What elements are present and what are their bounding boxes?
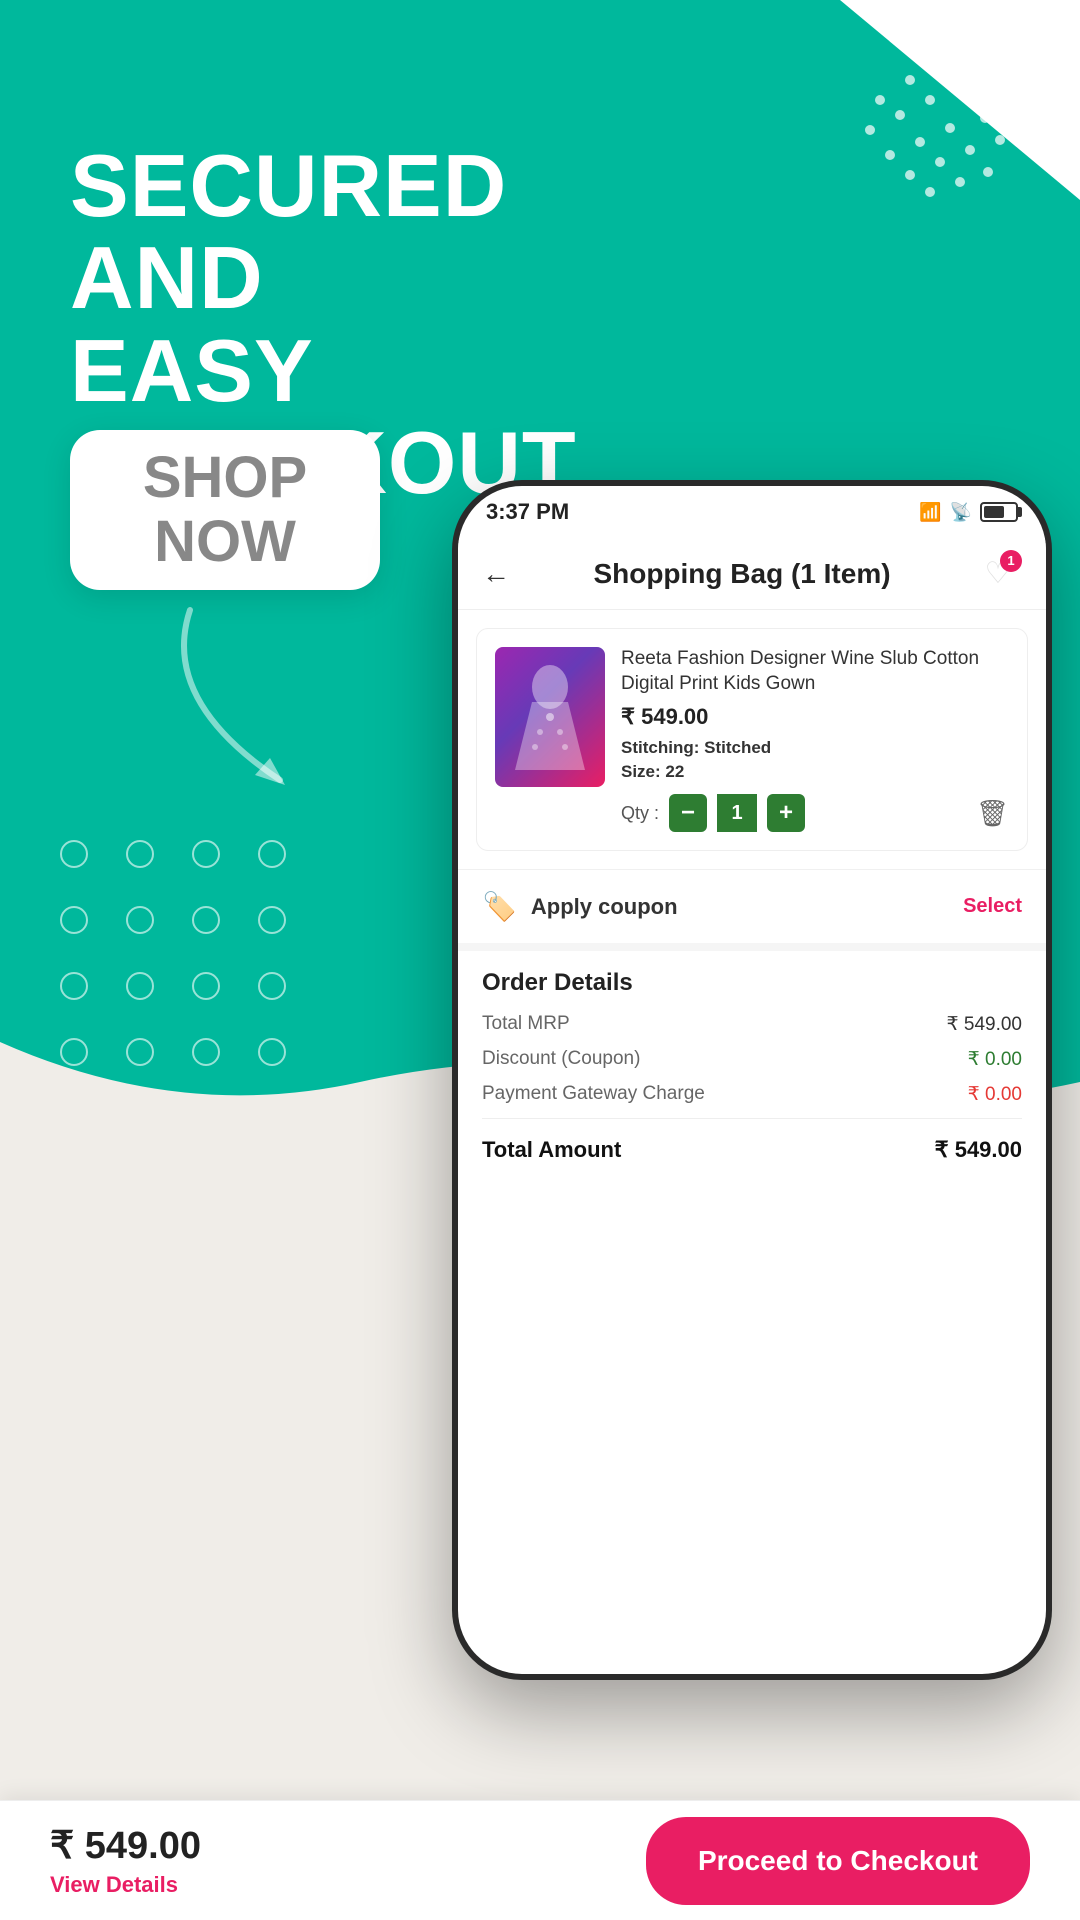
dot xyxy=(192,906,220,934)
discount-value: ₹ 0.00 xyxy=(968,1048,1022,1071)
gateway-label: Payment Gateway Charge xyxy=(482,1083,705,1106)
proceed-to-checkout-button[interactable]: Proceed to Checkout xyxy=(646,1817,1030,1905)
qty-minus-button[interactable]: − xyxy=(669,794,707,832)
dot xyxy=(192,840,220,868)
status-bar: 3:37 PM 📶 📡 xyxy=(458,486,1046,538)
status-icons: 📶 📡 xyxy=(919,502,1018,523)
qty-label: Qty : xyxy=(621,803,659,824)
delete-item-button[interactable]: 🗑 xyxy=(976,798,1009,829)
coupon-select-button[interactable]: Select xyxy=(963,895,1022,918)
coupon-icon: 🏷️ xyxy=(482,890,517,923)
wishlist-button[interactable]: ♡ 1 xyxy=(974,550,1022,598)
view-details-link[interactable]: View Details xyxy=(50,1872,646,1898)
dot xyxy=(258,906,286,934)
dot xyxy=(126,906,154,934)
product-details: Reeta Fashion Designer Wine Slub Cotton … xyxy=(621,647,1009,832)
wishlist-badge: 1 xyxy=(1000,550,1022,572)
phone-mockup: 3:37 PM 📶 📡 ← Shopping Bag (1 Item) ♡ 1 xyxy=(452,480,1052,1680)
shop-now-button[interactable]: SHOP NOW xyxy=(70,430,380,590)
qty-value: 1 xyxy=(717,794,757,832)
divider xyxy=(482,1118,1022,1119)
bottom-total: ₹ 549.00 View Details xyxy=(50,1823,646,1898)
coupon-label: Apply coupon xyxy=(531,894,678,920)
gateway-value: ₹ 0.00 xyxy=(968,1083,1022,1106)
quantity-row: Qty : − 1 + 🗑 xyxy=(621,794,1009,832)
screen-title: Shopping Bag (1 Item) xyxy=(528,558,956,590)
time-display: 3:37 PM xyxy=(486,499,569,525)
order-row-mrp: Total MRP ₹ 549.00 xyxy=(482,1013,1022,1036)
dot xyxy=(258,972,286,1000)
mrp-label: Total MRP xyxy=(482,1013,570,1036)
stitching-attr: Stitching: Stitched xyxy=(621,738,1009,758)
dot xyxy=(60,972,88,1000)
discount-label: Discount (Coupon) xyxy=(482,1048,640,1071)
back-button[interactable]: ← xyxy=(482,558,510,590)
product-price: ₹ 549.00 xyxy=(621,704,1009,730)
coupon-section: 🏷️ Apply coupon Select xyxy=(458,869,1046,943)
dot xyxy=(60,840,88,868)
coupon-left: 🏷️ Apply coupon xyxy=(482,890,678,923)
order-details-section: Order Details Total MRP ₹ 549.00 Discoun… xyxy=(458,943,1046,1181)
total-label: Total Amount xyxy=(482,1137,621,1163)
wifi-icon: 📡 xyxy=(950,502,972,523)
product-image-svg xyxy=(510,662,590,772)
order-row-discount: Discount (Coupon) ₹ 0.00 xyxy=(482,1048,1022,1071)
product-image xyxy=(495,647,605,787)
dot xyxy=(258,840,286,868)
mrp-value: ₹ 549.00 xyxy=(947,1013,1022,1036)
order-row-gateway: Payment Gateway Charge ₹ 0.00 xyxy=(482,1083,1022,1106)
app-header: ← Shopping Bag (1 Item) ♡ 1 xyxy=(458,538,1046,610)
order-details-title: Order Details xyxy=(482,969,1022,997)
dot xyxy=(60,906,88,934)
dot xyxy=(126,840,154,868)
dot xyxy=(192,972,220,1000)
dots-decoration-top xyxy=(820,20,1080,340)
bottom-price: ₹ 549.00 xyxy=(50,1823,646,1868)
signal-icon: 📶 xyxy=(919,502,941,523)
total-row: Total Amount ₹ 549.00 xyxy=(482,1131,1022,1163)
cart-item-card: Reeta Fashion Designer Wine Slub Cotton … xyxy=(476,628,1028,851)
size-attr: Size: 22 xyxy=(621,762,1009,782)
qty-plus-button[interactable]: + xyxy=(767,794,805,832)
bottom-checkout-bar: ₹ 549.00 View Details Proceed to Checkou… xyxy=(0,1800,1080,1920)
battery-icon xyxy=(980,502,1018,522)
arrow-decoration xyxy=(100,580,400,800)
total-value: ₹ 549.00 xyxy=(935,1137,1022,1163)
dot xyxy=(126,972,154,1000)
product-name: Reeta Fashion Designer Wine Slub Cotton … xyxy=(621,647,1009,696)
app-screen: ← Shopping Bag (1 Item) ♡ 1 xyxy=(458,538,1046,1674)
